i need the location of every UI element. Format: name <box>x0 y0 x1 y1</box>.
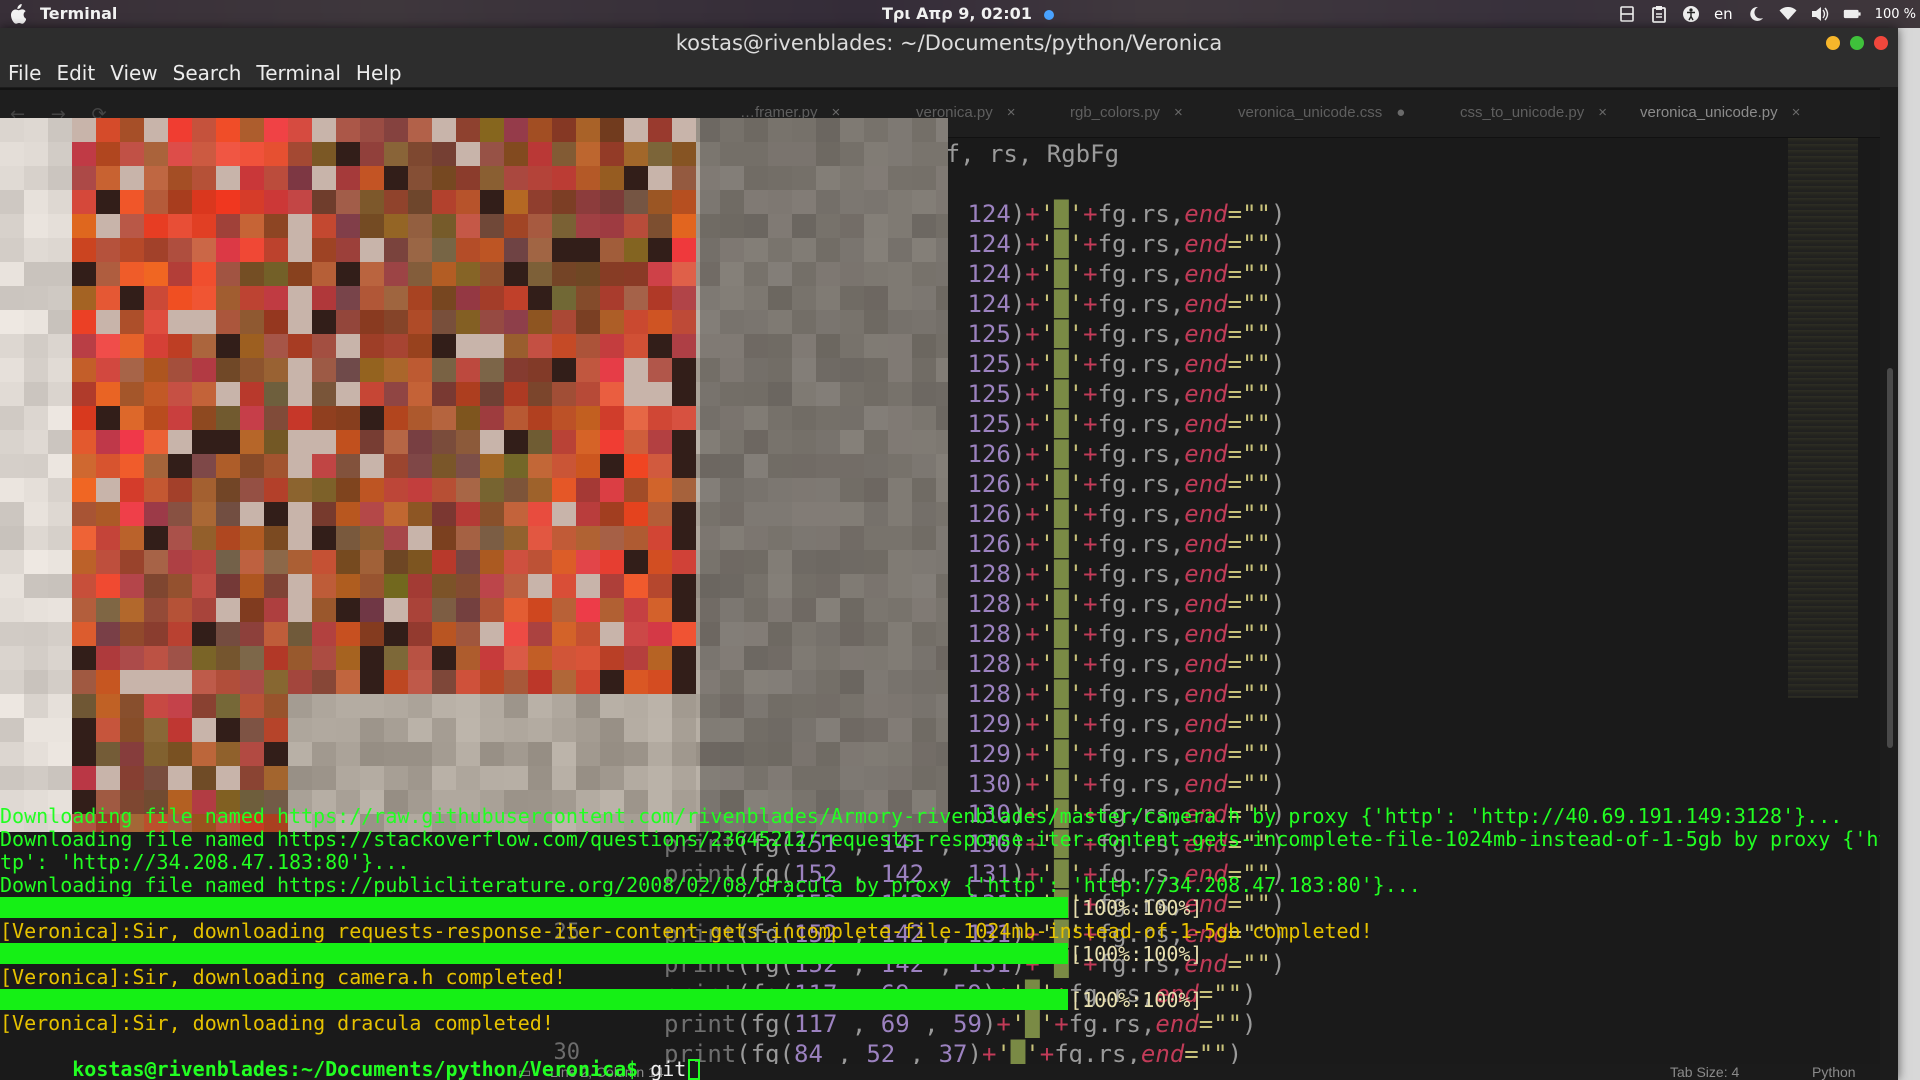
top-panel: Terminal Τρι Απρ 9, 02:01 en 100 % <box>0 0 1920 28</box>
shell-command[interactable]: git <box>638 1057 686 1080</box>
progress-label: [100%:100%] <box>1070 942 1203 966</box>
terminal-output[interactable]: Downloading file named https://raw.githu… <box>0 28 1898 1080</box>
battery-percent[interactable]: 100 % <box>1875 7 1916 22</box>
shell-prompt-line[interactable]: kostas@rivenblades:~/Documents/python/Ve… <box>0 1035 701 1080</box>
completion-message: [Veronica]:Sir, downloading camera.h com… <box>0 965 566 989</box>
download-line: Downloading file named https://stackover… <box>0 827 1891 851</box>
scrollbar-thumb[interactable] <box>1887 368 1893 748</box>
drive-icon[interactable] <box>1618 5 1636 23</box>
download-line: tp': 'http://34.208.47.183:80'}... <box>0 850 410 874</box>
keyboard-language[interactable]: en <box>1714 5 1733 23</box>
terminal-scrollbar[interactable] <box>1880 88 1898 1080</box>
night-light-icon[interactable] <box>1747 5 1765 23</box>
shell-prompt: kostas@rivenblades:~/Documents/python/Ve… <box>72 1057 639 1080</box>
desktop-edge <box>1898 28 1920 1080</box>
progress-bar <box>0 943 1068 964</box>
wifi-icon[interactable] <box>1779 5 1797 23</box>
clock[interactable]: Τρι Απρ 9, 02:01 <box>882 4 1032 23</box>
progress-label: [100%:100%] <box>1070 988 1203 1012</box>
completion-message: [Veronica]:Sir, downloading requests-res… <box>0 919 1373 943</box>
accessibility-icon[interactable] <box>1682 5 1700 23</box>
active-app-name[interactable]: Terminal <box>40 4 117 23</box>
volume-icon[interactable] <box>1811 5 1829 23</box>
notification-dot-icon <box>1044 10 1054 20</box>
progress-bar <box>0 989 1068 1010</box>
progress-bar <box>0 897 1068 918</box>
clipboard-icon[interactable] <box>1650 5 1668 23</box>
download-line: Downloading file named https://raw.githu… <box>0 804 1843 828</box>
system-tray: en 100 % <box>1618 0 1916 28</box>
apple-logo-icon[interactable] <box>8 4 26 24</box>
text-cursor <box>688 1059 701 1080</box>
download-line: Downloading file named https://publiclit… <box>0 873 1421 897</box>
terminal-window[interactable]: ← → ⟳ …framer.py × veronica.py × rgb_color… <box>0 28 1898 1080</box>
battery-icon[interactable] <box>1843 5 1861 23</box>
progress-label: [100%:100%] <box>1070 896 1203 920</box>
completion-message: [Veronica]:Sir, downloading dracula comp… <box>0 1011 554 1035</box>
